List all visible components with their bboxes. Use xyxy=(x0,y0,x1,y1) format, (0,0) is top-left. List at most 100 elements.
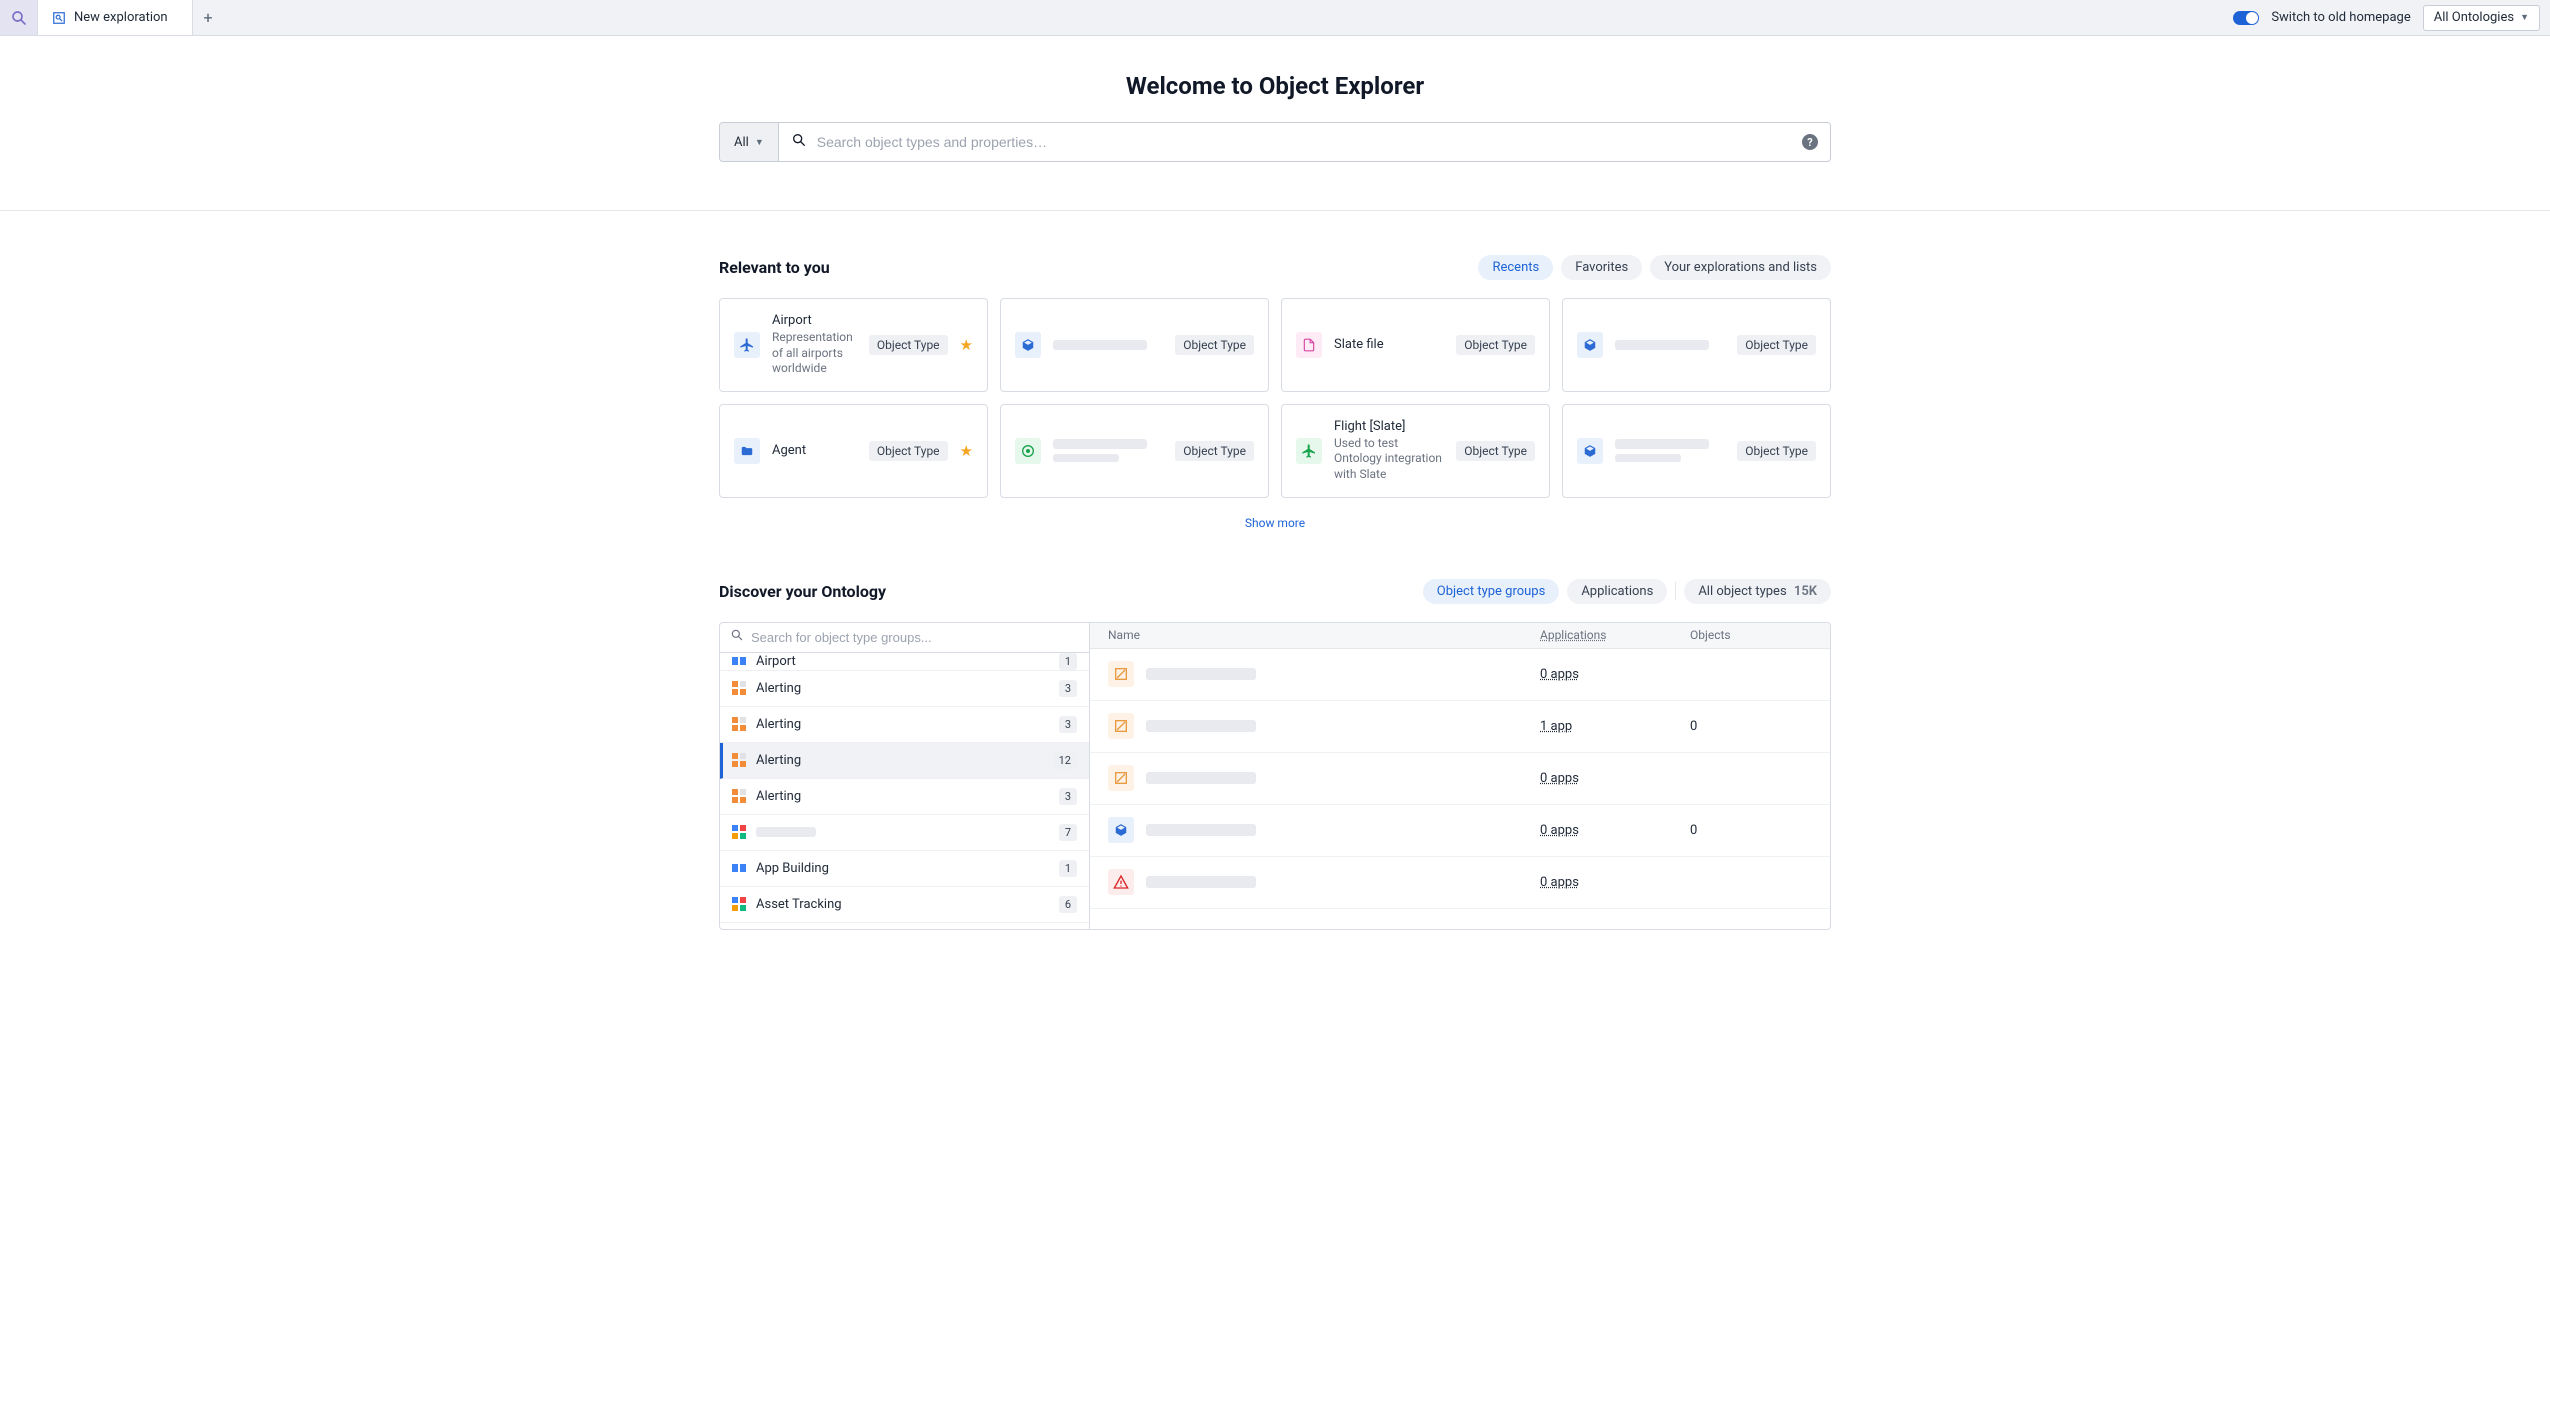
tab-favorites[interactable]: Favorites xyxy=(1561,255,1642,280)
row-icon xyxy=(1108,765,1134,791)
row-objects: 0 xyxy=(1690,823,1830,838)
discover-title: Discover your Ontology xyxy=(719,582,886,601)
discover-header: Discover your Ontology Object type group… xyxy=(719,579,1831,604)
alert-grid-icon xyxy=(732,789,746,803)
group-count: 12 xyxy=(1053,752,1077,769)
page: Welcome to Object Explorer All ▼ ? xyxy=(719,72,1831,162)
group-item[interactable]: 7 xyxy=(720,815,1089,851)
vertical-divider xyxy=(1675,582,1676,600)
star-icon[interactable]: ★ xyxy=(960,336,973,354)
group-item[interactable]: Alerting 12 xyxy=(720,743,1089,779)
group-item[interactable]: Alerting3 xyxy=(720,671,1089,707)
discover-panel: Airport1Alerting3Alerting3Alerting12Aler… xyxy=(719,622,1831,930)
object-type-badge: Object Type xyxy=(1456,441,1535,461)
group-count: 6 xyxy=(1059,896,1077,913)
table-row[interactable]: 0 apps xyxy=(1090,753,1830,805)
group-list: Airport1Alerting3Alerting3Alerting12Aler… xyxy=(720,653,1089,929)
app-home-button[interactable] xyxy=(0,0,38,35)
folder-icon xyxy=(734,438,760,464)
card-redacted[interactable]: Object Type xyxy=(1562,298,1831,392)
group-item[interactable]: Airport1 xyxy=(720,653,1089,671)
group-name: Alerting xyxy=(756,753,1043,768)
tab-new-exploration[interactable]: New exploration xyxy=(38,0,193,35)
card-slate-file[interactable]: Slate file Object Type xyxy=(1281,298,1550,392)
tab-all-object-types[interactable]: All object types 15K xyxy=(1684,579,1831,604)
card-title: Flight [Slate] xyxy=(1334,419,1444,434)
group-search-input[interactable] xyxy=(751,630,1079,645)
group-item[interactable]: Alerting3 xyxy=(720,779,1089,815)
table-row[interactable]: 1 app0 xyxy=(1090,701,1830,753)
group-item[interactable]: Alerting3 xyxy=(720,707,1089,743)
show-more: Show more xyxy=(719,516,1831,531)
table-row[interactable]: 0 apps0 xyxy=(1090,805,1830,857)
tab-explorations[interactable]: Your explorations and lists xyxy=(1650,255,1831,280)
card-redacted[interactable]: Object Type xyxy=(1000,404,1269,498)
card-airport[interactable]: Airport Representation of all airports w… xyxy=(719,298,988,392)
card-desc: Used to test Ontology integration with S… xyxy=(1334,436,1444,483)
chevron-down-icon: ▼ xyxy=(755,137,764,148)
object-type-badge: Object Type xyxy=(1175,335,1254,355)
multi-grid-icon xyxy=(732,897,746,911)
table-header: Name Applications Objects xyxy=(1090,623,1830,649)
search-main: ? xyxy=(779,123,1830,161)
alert-grid-icon xyxy=(732,753,746,767)
group-count: 3 xyxy=(1059,788,1077,805)
card-flight-slate[interactable]: Flight [Slate] Used to test Ontology int… xyxy=(1281,404,1550,498)
multi-grid-icon xyxy=(732,825,746,839)
add-tab-button[interactable]: + xyxy=(193,0,223,35)
divider xyxy=(0,210,2550,211)
recent-cards: Airport Representation of all airports w… xyxy=(719,298,1831,498)
star-icon[interactable]: ★ xyxy=(960,442,973,460)
row-apps: 0 apps xyxy=(1540,771,1690,786)
tab-object-type-groups[interactable]: Object type groups xyxy=(1423,579,1560,604)
exploration-icon xyxy=(52,11,66,25)
card-redacted[interactable]: Object Type xyxy=(1562,404,1831,498)
tab-applications[interactable]: Applications xyxy=(1567,579,1667,604)
card-redacted[interactable]: Object Type xyxy=(1000,298,1269,392)
object-type-badge: Object Type xyxy=(869,335,948,355)
table-row[interactable]: 0 apps xyxy=(1090,649,1830,701)
target-icon xyxy=(1015,438,1041,464)
ontologies-dropdown-label: All Ontologies xyxy=(2434,10,2514,25)
tab-recents[interactable]: Recents xyxy=(1478,255,1553,280)
object-type-badge: Object Type xyxy=(869,441,948,461)
show-more-link[interactable]: Show more xyxy=(1245,516,1305,530)
group-name: Alerting xyxy=(756,717,1049,732)
search-icon xyxy=(730,628,744,646)
object-type-badge: Object Type xyxy=(1737,441,1816,461)
object-type-badge: Object Type xyxy=(1175,441,1254,461)
help-icon[interactable]: ? xyxy=(1802,134,1818,150)
search-scope-label: All xyxy=(734,135,749,150)
tab-label: New exploration xyxy=(74,10,168,25)
discover-tabs: Object type groups Applications All obje… xyxy=(1423,579,1831,604)
group-item[interactable]: App Building1 xyxy=(720,851,1089,887)
page-title: Welcome to Object Explorer xyxy=(719,72,1831,100)
group-sidebar: Airport1Alerting3Alerting3Alerting12Aler… xyxy=(720,623,1090,929)
card-agent[interactable]: Agent Object Type ★ xyxy=(719,404,988,498)
table-row[interactable]: 0 apps xyxy=(1090,857,1830,909)
search-icon xyxy=(791,132,807,152)
search-scope-dropdown[interactable]: All ▼ xyxy=(720,123,779,161)
page-lower: Relevant to you Recents Favorites Your e… xyxy=(719,255,1831,930)
relevant-tabs: Recents Favorites Your explorations and … xyxy=(1478,255,1831,280)
ontologies-dropdown[interactable]: All Ontologies ▼ xyxy=(2423,5,2540,31)
relevant-title: Relevant to you xyxy=(719,258,830,277)
blue-dots-icon xyxy=(732,864,746,872)
search-input[interactable] xyxy=(817,134,1792,150)
discover-table: Name Applications Objects 0 apps1 app00 … xyxy=(1090,623,1830,929)
object-type-badge: Object Type xyxy=(1456,335,1535,355)
group-name: Alerting xyxy=(756,681,1049,696)
alert-grid-icon xyxy=(732,717,746,731)
group-item[interactable]: Asset Tracking6 xyxy=(720,887,1089,923)
card-title: Slate file xyxy=(1334,337,1444,352)
alert-grid-icon xyxy=(732,681,746,695)
search-bar: All ▼ ? xyxy=(719,122,1831,162)
row-icon xyxy=(1108,713,1134,739)
group-count: 1 xyxy=(1059,860,1077,877)
col-applications: Applications xyxy=(1540,628,1690,642)
group-search xyxy=(720,623,1089,653)
chevron-down-icon: ▼ xyxy=(2520,12,2529,23)
topbar-left: New exploration + xyxy=(0,0,223,35)
homepage-switch[interactable] xyxy=(2233,11,2259,25)
cube-icon xyxy=(1577,332,1603,358)
